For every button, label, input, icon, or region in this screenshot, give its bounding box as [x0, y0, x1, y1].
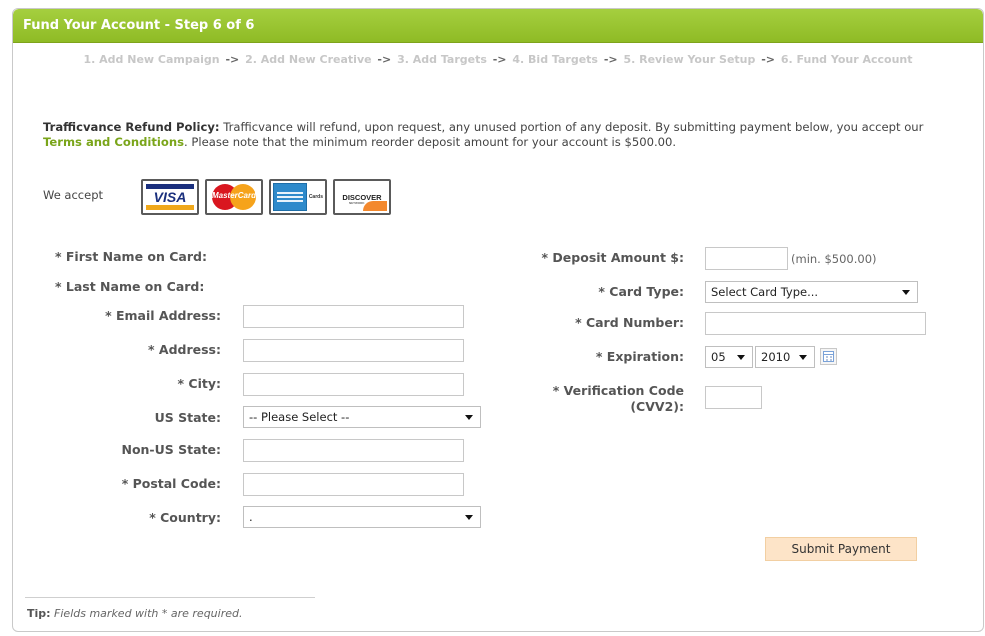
- card-number-field[interactable]: [705, 312, 926, 335]
- mastercard-card-icon: MasterCard: [205, 179, 263, 215]
- amex-side-mark: Cards: [308, 194, 323, 200]
- visa-logo: VISA: [146, 184, 194, 210]
- panel-header: Fund Your Account - Step 6 of 6: [13, 9, 983, 43]
- expiration-label: * Expiration:: [595, 349, 684, 364]
- city-field[interactable]: [243, 373, 464, 396]
- terms-and-conditions-link[interactable]: Terms and Conditions: [43, 135, 184, 149]
- step-arrow: ->: [377, 53, 392, 66]
- amex-blue-box: [273, 183, 307, 211]
- tip-text: Fields marked with * are required.: [50, 607, 243, 620]
- cvv-label-line-1: * Verification Code: [552, 383, 684, 398]
- last-name-label: * Last Name on Card:: [55, 279, 205, 294]
- refund-policy-label: Trafficvance Refund Policy:: [43, 120, 220, 134]
- discover-card-icon: DISCOVER NETWORK: [333, 179, 391, 215]
- setup-steps: 1. Add New Campaign -> 2. Add New Creati…: [13, 53, 983, 66]
- step-fund-account: 6. Fund Your Account: [780, 53, 913, 66]
- step-add-new-creative: 2. Add New Creative: [245, 53, 372, 66]
- chevron-down-icon: [737, 355, 745, 360]
- expiration-month-value: 05: [711, 350, 726, 364]
- discover-logo: DISCOVER NETWORK: [337, 183, 387, 211]
- step-bid-targets: 4. Bid Targets: [512, 53, 598, 66]
- footer-divider: [25, 597, 315, 598]
- address-label: * Address:: [148, 342, 221, 357]
- step-arrow: ->: [761, 53, 776, 66]
- calendar-icon[interactable]: [820, 348, 837, 365]
- amex-card-icon: Cards: [269, 179, 327, 215]
- card-number-label: * Card Number:: [575, 315, 684, 330]
- cvv-field[interactable]: [705, 386, 762, 409]
- fund-account-panel: Fund Your Account - Step 6 of 6 1. Add N…: [12, 8, 984, 632]
- refund-policy-text-2: . Please note that the minimum reorder d…: [184, 135, 677, 149]
- deposit-amount-field[interactable]: [705, 247, 788, 270]
- chevron-down-icon: [902, 290, 910, 295]
- chevron-down-icon: [799, 355, 807, 360]
- mastercard-logo: MasterCard: [209, 183, 259, 211]
- required-fields-tip: Tip: Fields marked with * are required.: [27, 607, 242, 620]
- city-label: * City:: [177, 376, 221, 391]
- panel-title: Fund Your Account - Step 6 of 6: [23, 18, 255, 33]
- cvv-label-line-2: (CVV2):: [630, 399, 684, 414]
- expiration-year-value: 2010: [761, 350, 791, 364]
- step-arrow: ->: [603, 53, 618, 66]
- country-select[interactable]: .: [243, 506, 481, 528]
- email-field[interactable]: [243, 305, 464, 328]
- step-add-new-campaign: 1. Add New Campaign: [83, 53, 220, 66]
- we-accept-label: We accept: [43, 188, 104, 202]
- tip-label: Tip:: [27, 607, 51, 620]
- step-arrow: ->: [492, 53, 507, 66]
- postal-code-field[interactable]: [243, 473, 464, 496]
- country-selected-value: .: [249, 510, 253, 524]
- card-type-select[interactable]: Select Card Type...: [705, 281, 918, 303]
- country-label: * Country:: [149, 510, 221, 525]
- us-state-selected-value: -- Please Select --: [249, 410, 350, 424]
- deposit-amount-label: * Deposit Amount $:: [541, 250, 684, 265]
- step-arrow: ->: [225, 53, 240, 66]
- us-state-label: US State:: [154, 410, 221, 425]
- us-state-select[interactable]: -- Please Select --: [243, 406, 481, 428]
- refund-policy-text-1: Trafficvance will refund, upon request, …: [219, 120, 924, 134]
- deposit-minimum-note: (min. $500.00): [791, 252, 877, 266]
- non-us-state-label: Non-US State:: [121, 442, 221, 457]
- expiration-month-select[interactable]: 05: [705, 346, 753, 368]
- first-name-label: * First Name on Card:: [55, 249, 207, 264]
- step-review-setup: 5. Review Your Setup: [623, 53, 756, 66]
- chevron-down-icon: [465, 415, 473, 420]
- postal-code-label: * Postal Code:: [121, 476, 221, 491]
- mastercard-logo-text: MasterCard: [211, 191, 256, 200]
- card-type-label: * Card Type:: [598, 284, 684, 299]
- expiration-year-select[interactable]: 2010: [755, 346, 815, 368]
- accepted-cards: VISA MasterCard Cards DISCOVER NETWORK: [141, 179, 391, 215]
- address-field[interactable]: [243, 339, 464, 362]
- discover-subtext: NETWORK: [349, 201, 365, 205]
- visa-card-icon: VISA: [141, 179, 199, 215]
- email-label: * Email Address:: [105, 308, 221, 323]
- chevron-down-icon: [465, 515, 473, 520]
- submit-payment-button[interactable]: Submit Payment: [765, 537, 917, 561]
- card-type-selected-value: Select Card Type...: [711, 285, 819, 299]
- amex-logo: Cards: [273, 183, 323, 211]
- non-us-state-field[interactable]: [243, 439, 464, 462]
- discover-swoosh: [363, 201, 387, 211]
- step-add-targets: 3. Add Targets: [397, 53, 487, 66]
- refund-policy: Trafficvance Refund Policy: Trafficvance…: [43, 120, 958, 150]
